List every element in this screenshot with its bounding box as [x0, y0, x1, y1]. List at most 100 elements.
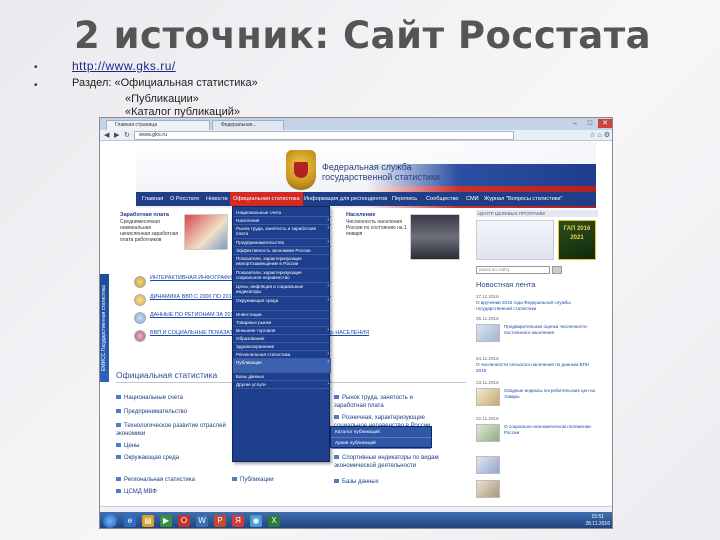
gks-link[interactable]: http://www.gks.ru/ — [72, 59, 176, 73]
url-input[interactable]: www.gks.ru — [134, 131, 514, 140]
promo-banner[interactable] — [476, 220, 554, 260]
chevron-right-icon: › — [327, 225, 329, 231]
close-icon[interactable]: ✕ — [598, 119, 612, 128]
submenu-archive[interactable]: Архив публикаций — [331, 438, 431, 449]
dd-item-label: Окружающая среда — [236, 298, 279, 303]
nav-census[interactable]: Перепись — [392, 192, 417, 206]
yandex-icon[interactable]: Я — [232, 515, 244, 527]
section-title: Официальная статистика — [116, 370, 218, 380]
cat-databases[interactable]: Базы данных — [334, 478, 379, 487]
forward-icon[interactable]: ▶ — [114, 131, 119, 140]
nav-journal[interactable]: Журнал "Вопросы статистики" — [484, 192, 562, 206]
chevron-right-icon: › — [327, 297, 329, 303]
dd-item[interactable]: Рынок труда, занятость и заработная плат… — [233, 225, 331, 239]
maximize-icon[interactable]: □ — [583, 119, 597, 128]
nav-media[interactable]: СМИ — [466, 192, 479, 206]
slide-title: 2 источник: Сайт Росстата — [74, 14, 652, 57]
nav-official-statistics[interactable]: Официальная статистика — [230, 192, 303, 206]
nav-news[interactable]: Новости — [206, 192, 228, 206]
minimize-icon[interactable]: – — [568, 119, 582, 128]
dd-item-publications[interactable]: Публикации › — [233, 359, 331, 373]
dd-item[interactable]: Цены, инфляция и социальные индикаторы › — [233, 283, 331, 297]
chrome-icon[interactable]: ◉ — [250, 515, 262, 527]
browser-tools-icons[interactable]: ☆ ⌂ ⚙ — [589, 131, 610, 140]
site-name: Федеральная служба государственной стати… — [322, 162, 440, 182]
chevron-right-icon: › — [327, 359, 329, 365]
dd-item[interactable]: Показатели, характеризующие социальное н… — [233, 269, 331, 283]
excel-icon[interactable]: X — [268, 515, 280, 527]
bullet-publications: «Публикации» — [125, 93, 199, 105]
official-statistics-dropdown: Национальные счета Население › Рынок труд… — [232, 206, 331, 462]
chevron-right-icon: › — [327, 239, 329, 245]
cat-tech-development[interactable]: Технологическое развитие отраслей эконом… — [116, 422, 226, 440]
dd-item-label: Образование — [236, 336, 265, 341]
nav-home[interactable]: Главная — [142, 192, 163, 206]
news-item[interactable]: Сводные индексы потребительских цен на т… — [504, 388, 598, 399]
browser-screenshot: Главная страница Федеральная... – □ ✕ ◀ … — [99, 117, 613, 529]
salary-title[interactable]: Заработная плата — [120, 212, 180, 218]
nav-respondents[interactable]: Информация для респондентов — [304, 192, 387, 206]
population-title[interactable]: Население — [346, 212, 410, 218]
infographic-icon — [134, 276, 146, 288]
dd-item-label: Национальные счета — [236, 210, 282, 215]
dd-item-label: Рынок труда, занятость и заработная плат… — [236, 226, 317, 237]
dd-item-label: Другие услуги — [236, 382, 266, 387]
browser-tab[interactable]: Главная страница — [106, 120, 210, 130]
folder-icon[interactable]: ▤ — [142, 515, 154, 527]
powerpoint-icon[interactable]: P — [214, 515, 226, 527]
link-infographic[interactable]: ИНТЕРАКТИВНАЯ ИНФОГРАФИКА — [150, 273, 239, 283]
start-button-icon[interactable] — [103, 514, 117, 528]
news-item[interactable]: О численности сельского населения по дан… — [476, 362, 598, 373]
dd-item[interactable]: Другие услуги › — [233, 381, 331, 390]
site-name-line-2: государственной статистики — [322, 172, 440, 182]
cat-regional[interactable]: Региональная статистика — [116, 476, 195, 485]
search-icon[interactable] — [552, 266, 562, 274]
cat-imf[interactable]: ЦСМД МВФ — [116, 488, 157, 497]
dd-item-label: Цены, инфляция и социальные индикаторы — [236, 284, 304, 295]
browser-tabbar: Главная страница Федеральная... – □ ✕ — [100, 118, 612, 130]
word-icon[interactable]: W — [196, 515, 208, 527]
gap-book-image[interactable]: ГАП 2016 2021 — [558, 220, 596, 260]
dd-item[interactable]: Показатели, характеризующие импортозамещ… — [233, 255, 331, 269]
chevron-right-icon: › — [327, 283, 329, 289]
salary-block: Заработная плата Среднемесячная номиналь… — [120, 212, 180, 243]
site-search-input[interactable]: поиск по сайту — [476, 266, 550, 274]
link-social[interactable]: ВВП И СОЦИАЛЬНЫЕ ПОКАЗАТЕЛИ — [150, 328, 244, 338]
dd-item-label: Инвестиции — [236, 312, 262, 317]
taskbar-clock[interactable]: 15:51 28.11.2016 — [585, 514, 610, 528]
clock-date: 28.11.2016 — [585, 521, 610, 527]
regions-icon — [134, 312, 146, 324]
dd-item-label: Показатели, характеризующие импортозамещ… — [236, 256, 302, 267]
news-item[interactable]: О социально-экономическом положении Росс… — [504, 424, 598, 435]
browser-tab-2[interactable]: Федеральная... — [212, 120, 284, 130]
cat-entrepreneurship[interactable]: Предпринимательство — [116, 408, 187, 417]
news-date: 23.11.2016 — [476, 380, 499, 385]
news-date: 22.11.2016 — [476, 416, 499, 421]
dd-item[interactable]: Окружающая среда › — [233, 297, 331, 311]
media-icon[interactable]: ▶ — [160, 515, 172, 527]
publications-submenu: Каталог публикаций Архив публикаций — [330, 426, 432, 449]
bullet-section: Раздел: «Официальная статистика» — [72, 77, 258, 89]
address-bar: ◀ ▶ ↻ www.gks.ru ☆ ⌂ ⚙ — [100, 130, 612, 141]
cat-prices[interactable]: Цены — [116, 442, 139, 451]
cat-publications[interactable]: Публикации — [232, 476, 274, 485]
emiss-side-tab[interactable]: ЕМИСС Государственная статистика — [100, 274, 109, 382]
cat-national-accounts[interactable]: Национальные счета — [116, 394, 183, 403]
salary-text: Среднемесячная номинальная начисленная з… — [120, 219, 179, 243]
back-icon[interactable]: ◀ — [104, 131, 109, 140]
header-icons[interactable]: ⌂ ✉ ☰ — [536, 147, 559, 156]
ie-icon[interactable]: e — [124, 515, 136, 527]
news-item[interactable]: О вручении 2016 года Федеральной службы … — [476, 300, 598, 311]
submenu-catalog[interactable]: Каталог публикаций — [331, 427, 431, 438]
nav-community[interactable]: Сообщество — [426, 192, 459, 206]
opera-icon[interactable]: O — [178, 515, 190, 527]
cat-environment[interactable]: Окружающая среда — [116, 454, 179, 463]
dd-item-label: Базы данных — [236, 374, 265, 379]
dd-item-label: Здравоохранение — [236, 344, 275, 349]
reload-icon[interactable]: ↻ — [124, 131, 130, 140]
cat-indicators[interactable]: Спортивные индикаторы по видам экономиче… — [334, 454, 446, 472]
cat-labor-market[interactable]: Рынок труда, занятость и заработная плат… — [334, 394, 444, 412]
nav-about[interactable]: О Росстате — [170, 192, 199, 206]
news-item[interactable]: Предварительная оценка численности посто… — [504, 324, 598, 335]
population-image — [410, 214, 460, 260]
